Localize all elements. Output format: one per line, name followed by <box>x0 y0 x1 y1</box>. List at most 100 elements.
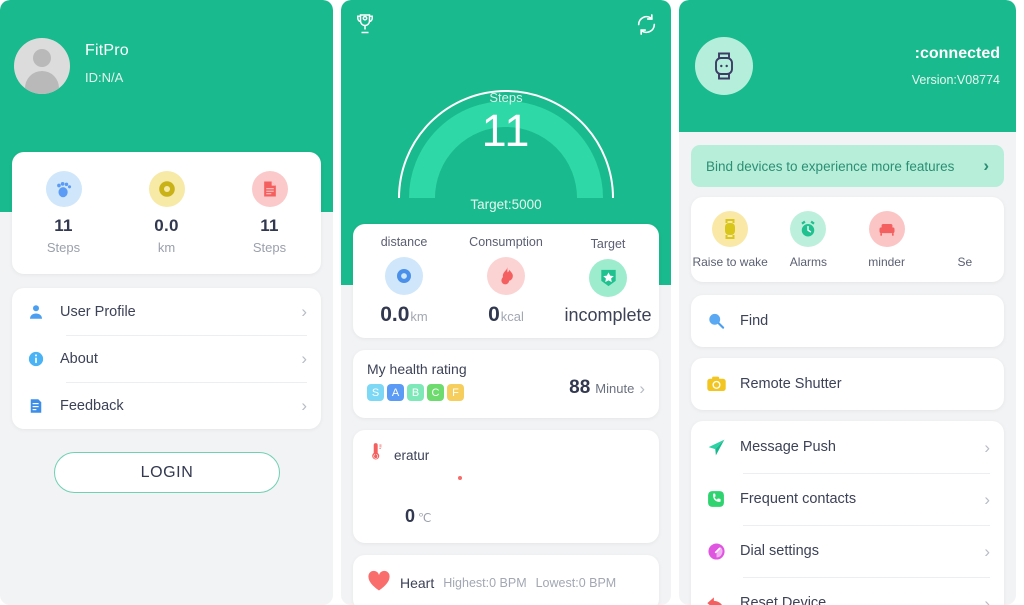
device-row-reset-device[interactable]: Reset Device › <box>705 577 990 605</box>
distance-ring-icon <box>385 257 423 295</box>
device-header: :connected Version:V08774 <box>679 0 1016 132</box>
login-button[interactable]: LOGIN <box>54 452 280 493</box>
quick-action-alarms[interactable]: Alarms <box>769 210 847 269</box>
stat-steps[interactable]: 11 Steps <box>12 171 115 255</box>
panel-dashboard: Steps 11 Target:5000 distance 0.0km Cons… <box>341 0 671 605</box>
settings-icon <box>946 210 983 247</box>
stat-value: 11 <box>54 216 73 235</box>
profile-stats-card: 11 Steps 0.0 km 11 Steps <box>12 152 321 274</box>
quick-action-label: Raise to wake <box>692 254 768 269</box>
profile-menu-card: User Profile › About › Feedback › <box>12 288 321 429</box>
panel-device: :connected Version:V08774 Bind devices t… <box>679 0 1016 605</box>
chevron-right-icon: › <box>639 378 645 398</box>
footprint-icon <box>45 171 82 207</box>
device-row-frequent-contacts[interactable]: Frequent contacts › <box>705 473 990 525</box>
device-find-card: Find <box>691 295 1004 347</box>
device-row-label: Remote Shutter <box>740 376 842 392</box>
chevron-right-icon: › <box>984 489 990 509</box>
stat-distance[interactable]: 0.0 km <box>115 171 218 255</box>
temperature-header: eratur <box>367 443 645 467</box>
chevron-right-icon: › <box>984 593 990 605</box>
gauge-target: Target:5000 <box>470 197 542 212</box>
chevron-right-icon: › <box>301 302 307 321</box>
badge-s[interactable]: S <box>367 384 384 401</box>
heart-rate-highest: Highest:0 BPM <box>443 576 527 590</box>
heart-rate-card[interactable]: Heart Highest:0 BPM Lowest:0 BPM <box>353 555 659 605</box>
thermometer-icon <box>367 443 384 467</box>
quick-action-settings[interactable]: Se <box>926 210 1004 269</box>
flame-icon <box>487 257 525 295</box>
device-row-label: Reset Device <box>740 595 827 605</box>
distance-ring-icon <box>148 171 185 207</box>
report-document-icon <box>251 171 288 207</box>
badge-c[interactable]: C <box>427 384 444 401</box>
device-row-dial-settings[interactable]: Dial settings › <box>705 525 990 577</box>
device-row-message-push[interactable]: Message Push › <box>705 421 990 473</box>
target-shield-icon <box>589 258 627 297</box>
sedentary-reminder-icon <box>868 210 905 247</box>
quick-action-sedentary-reminder[interactable]: minder <box>848 210 926 269</box>
smartwatch-icon <box>695 37 753 95</box>
quick-action-label: Se <box>957 254 973 269</box>
chevron-right-icon: › <box>301 396 307 415</box>
menu-item-user-profile[interactable]: User Profile › <box>26 288 307 335</box>
stat-unit: Steps <box>252 240 287 255</box>
chevron-right-icon: › <box>984 541 990 561</box>
remote-shutter-camera-icon <box>705 373 727 395</box>
menu-item-label: User Profile <box>60 303 136 320</box>
menu-item-label: Feedback <box>60 397 124 414</box>
trophy-icon[interactable] <box>353 12 377 41</box>
dashboard-stat-target[interactable]: Target incomplete <box>557 237 659 326</box>
dashboard-stat-distance[interactable]: distance 0.0km <box>353 235 455 327</box>
health-rating-card[interactable]: My health rating S A B C F 88 Minute › <box>353 350 659 418</box>
device-settings-card: Message Push › Frequent contacts › Dial … <box>691 421 1004 605</box>
device-status-block: :connected Version:V08774 <box>753 45 1000 87</box>
bind-devices-banner[interactable]: Bind devices to experience more features… <box>691 145 1004 187</box>
stat-unit: km <box>157 240 176 255</box>
info-icon <box>26 349 46 369</box>
badge-f[interactable]: F <box>447 384 464 401</box>
badge-a[interactable]: A <box>387 384 404 401</box>
temperature-datapoint <box>458 476 462 480</box>
device-row-remote-shutter[interactable]: Remote Shutter <box>705 358 990 410</box>
stat-value: 0kcal <box>488 303 524 326</box>
stat-unit: Steps <box>46 240 81 255</box>
badge-b[interactable]: B <box>407 384 424 401</box>
stat-report[interactable]: 11 Steps <box>218 171 321 255</box>
device-row-label: Find <box>740 313 769 329</box>
quick-action-raise-to-wake[interactable]: Raise to wake <box>691 210 769 269</box>
quick-action-label: minder <box>868 254 905 269</box>
heart-icon <box>367 570 391 597</box>
stat-value: 11 <box>260 216 279 235</box>
profile-name-block: FitPro ID:N/A <box>85 38 129 85</box>
screenshot-root: FitPro ID:N/A 11 Steps 0.0 km 11 Steps U… <box>0 0 1024 605</box>
gauge-value: 11 <box>481 105 531 156</box>
temperature-card[interactable]: eratur 0 ℃ <box>353 430 659 543</box>
stat-value: 0.0 <box>154 216 179 235</box>
dashboard-stat-consumption[interactable]: Consumption 0kcal <box>455 235 557 327</box>
find-search-icon <box>705 310 727 332</box>
stat-title: Consumption <box>469 235 543 249</box>
stat-unit: km <box>410 309 428 324</box>
alarm-clock-icon <box>790 210 827 247</box>
chevron-right-icon: › <box>301 349 307 368</box>
health-rating-value-block: 88 Minute › <box>569 377 645 399</box>
dial-settings-icon <box>705 540 727 562</box>
menu-item-label: About <box>60 350 98 367</box>
device-row-label: Frequent contacts <box>740 491 857 507</box>
user-avatar-icon[interactable] <box>14 38 70 94</box>
stat-value: 0.0km <box>380 303 428 326</box>
profile-id: ID:N/A <box>85 70 124 85</box>
menu-item-feedback[interactable]: Feedback › <box>26 382 307 429</box>
menu-item-about[interactable]: About › <box>26 335 307 382</box>
stat-unit: kcal <box>500 309 524 324</box>
device-version: Version:V08774 <box>911 73 1000 87</box>
health-rating-title: My health rating <box>367 361 467 377</box>
device-row-find[interactable]: Find <box>705 295 990 347</box>
stat-value: incomplete <box>564 304 652 325</box>
temperature-unit: ℃ <box>418 511 432 525</box>
heart-rate-label: Heart <box>400 575 435 591</box>
reset-device-icon <box>705 592 727 605</box>
stat-title: Target <box>590 236 626 251</box>
temperature-value-block: 0 ℃ <box>405 506 432 527</box>
